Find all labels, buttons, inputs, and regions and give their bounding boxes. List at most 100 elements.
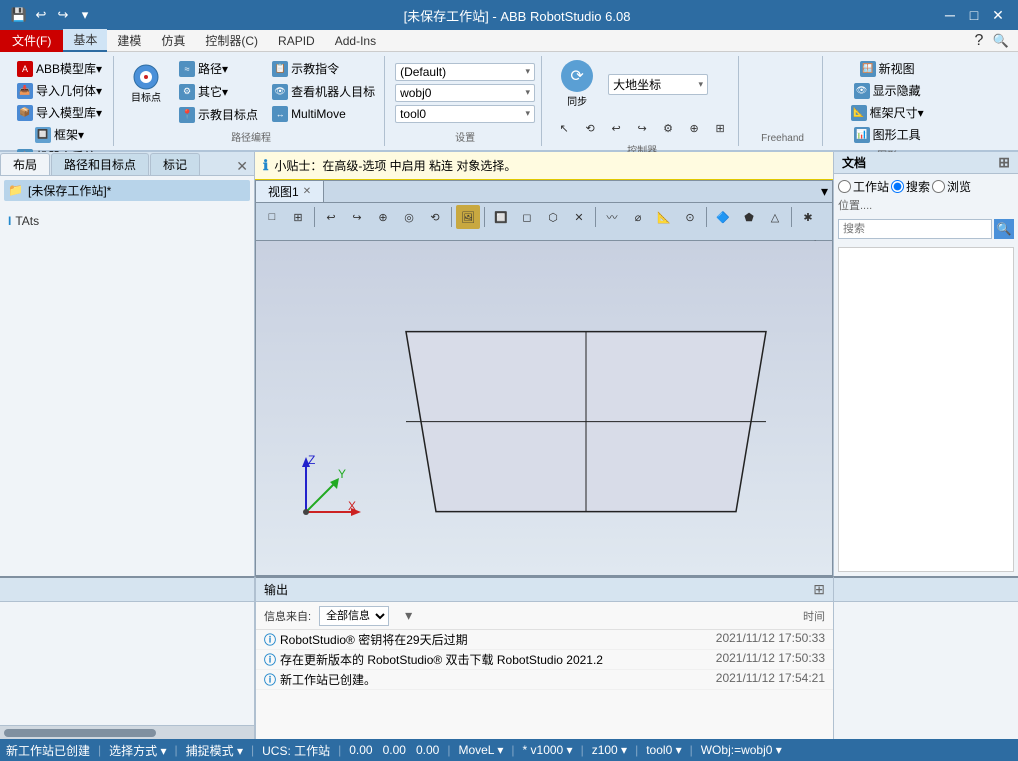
vp-triangle-btn[interactable]: △ (763, 205, 787, 229)
teach-instruction-button[interactable]: 📋 示教指令 (267, 58, 380, 79)
viewport-tab-close-btn[interactable]: ✕ (303, 186, 311, 197)
tool-dropdown[interactable]: tool0 ▾ (395, 105, 535, 123)
select-mode-btn[interactable]: 选择方式 ▾ (109, 742, 166, 759)
speed-btn[interactable]: * v1000 ▾ (523, 743, 573, 757)
file-menu[interactable]: 文件(F) (0, 30, 63, 52)
vp-fit-btn[interactable]: ◎ (397, 205, 421, 229)
freehand-btn-4[interactable]: ↪ (630, 116, 654, 140)
default-dropdown[interactable]: (Default) ▾ (395, 63, 535, 81)
help-button[interactable]: ? (970, 32, 988, 50)
close-button[interactable]: ✕ (988, 5, 1008, 25)
snap-mode-btn[interactable]: 捕捉模式 ▾ (186, 742, 243, 759)
search-button[interactable]: 🔍 (994, 219, 1014, 239)
view-robot-target-button[interactable]: 👁 查看机器人目标 (267, 81, 380, 102)
menu-modeling[interactable]: 建模 (107, 30, 151, 51)
path-button[interactable]: ≈ 路径▾ (174, 58, 263, 79)
freehand-btn-5[interactable]: ⚙ (656, 116, 680, 140)
vp-zoom-btn[interactable]: ⊕ (371, 205, 395, 229)
menu-addins[interactable]: Add-Ins (325, 32, 386, 50)
freehand-btn-7[interactable]: ⊞ (708, 116, 732, 140)
viewport-maximize-btn[interactable]: ▾ (821, 183, 832, 200)
right-panel-radios: 工作站 搜索 浏览 (834, 174, 1018, 195)
undo-button[interactable]: ↩ (32, 6, 50, 24)
other-button[interactable]: ⚙ 其它▾ (174, 81, 263, 102)
lp-scrollbar[interactable] (0, 725, 254, 739)
location-link[interactable]: 位置.... (834, 195, 1018, 215)
vp-solid-btn[interactable]: ◻ (515, 205, 539, 229)
frame-button[interactable]: 🔲 框架▾ (30, 124, 89, 145)
wobj-btn[interactable]: WObj:=wobj0 ▾ (701, 743, 782, 757)
vp-cross-btn[interactable]: ✕ (567, 205, 591, 229)
right-panel-bottom (833, 576, 1018, 739)
filter-dropdown-btn[interactable]: ▾ (405, 607, 412, 624)
viewport-tab-view1[interactable]: 视图1 ✕ (256, 181, 324, 202)
scrollbar-thumb[interactable] (4, 729, 156, 737)
maximize-button[interactable]: □ (964, 5, 984, 25)
tree-item-workspace[interactable]: 📁 [未保存工作站]* (4, 180, 250, 201)
radio-browse[interactable]: 浏览 (932, 178, 971, 195)
wobj-dropdown[interactable]: wobj0 ▾ (395, 84, 535, 102)
vp-sep-4 (595, 207, 596, 227)
multimove-button[interactable]: ↔ MultiMove (267, 104, 380, 124)
vp-wireframe-btn[interactable]: 🔲 (489, 205, 513, 229)
vp-wave-btn[interactable]: 〰 (600, 205, 624, 229)
redo-button[interactable]: ↪ (54, 6, 72, 24)
customize-qat-button[interactable]: ▾ (76, 6, 94, 24)
vp-select-btn[interactable]: □ (260, 205, 284, 229)
move-mode-btn[interactable]: MoveL ▾ (458, 743, 503, 757)
tool-btn[interactable]: tool0 ▾ (646, 743, 681, 757)
target-point-button[interactable]: 目标点 (122, 58, 170, 108)
tab-marks[interactable]: 标记 (150, 153, 200, 175)
freehand-btn-2[interactable]: ⟲ (578, 116, 602, 140)
radio-workstation[interactable]: 工作站 (838, 178, 889, 195)
new-view-button[interactable]: 🪟 新视图 (855, 58, 920, 79)
freehand-btn-3[interactable]: ↩ (604, 116, 628, 140)
vp-select2-btn[interactable]: ⊞ (286, 205, 310, 229)
left-panel-close-btn[interactable]: ✕ (230, 158, 254, 175)
vp-fit2-btn[interactable]: ⟲ (423, 205, 447, 229)
canvas-area[interactable]: Z X Y (256, 241, 832, 575)
right-panel-title: 文档 (842, 154, 866, 171)
right-panel-expand-btn[interactable]: ⊞ (998, 154, 1010, 171)
search-help-button[interactable]: 🔍 (992, 32, 1010, 50)
tab-layout[interactable]: 布局 (0, 153, 50, 175)
menu-controller[interactable]: 控制器(C) (195, 30, 268, 51)
zone-btn[interactable]: z100 ▾ (592, 743, 627, 757)
workspace-icon: 📁 (8, 183, 24, 199)
frame-size-button[interactable]: 📐 框架尺寸▾ (846, 102, 929, 123)
vp-star-btn[interactable]: ✱ (796, 205, 820, 229)
import-geometry-button[interactable]: 📥 导入几何体▾ (12, 80, 107, 101)
sync-button[interactable]: ⟳ 同步 (552, 58, 602, 110)
coord-dropdown[interactable]: 大地坐标 ▾ (608, 74, 708, 95)
abb-library-button[interactable]: A ABB模型库▾ (12, 58, 107, 79)
freehand-btn-6[interactable]: ⊕ (682, 116, 706, 140)
search-input[interactable] (838, 219, 992, 239)
output-msg-1: RobotStudio® 密钥将在29天后过期 (280, 631, 675, 648)
menu-simulation[interactable]: 仿真 (151, 30, 195, 51)
graphics-tool-button[interactable]: 📊 图形工具 (849, 124, 926, 145)
tab-paths[interactable]: 路径和目标点 (51, 153, 149, 175)
show-hide-button[interactable]: 👁 显示隐藏 (849, 80, 926, 101)
filter-select[interactable]: 全部信息 控制器 仿真 (319, 606, 389, 626)
vp-circle-btn[interactable]: ⌀ (626, 205, 650, 229)
vp-image-btn[interactable]: 🖼 (456, 205, 480, 229)
vp-polygon-btn[interactable]: ⬟ (737, 205, 761, 229)
vp-pan-btn[interactable]: ↪ (345, 205, 369, 229)
save-button[interactable]: 💾 (10, 6, 28, 24)
menu-basic[interactable]: 基本 (63, 29, 107, 52)
vp-ruler-btn[interactable]: 📐 (652, 205, 676, 229)
import-library-button[interactable]: 📦 导入模型库▾ (12, 102, 107, 123)
vp-hex-btn[interactable]: ⬡ (541, 205, 565, 229)
menu-rapid[interactable]: RAPID (268, 32, 325, 50)
teach-target-button[interactable]: 📍 示教目标点 (174, 104, 263, 125)
status-bar: 新工作站已创建 | 选择方式 ▾ | 捕捉模式 ▾ | UCS: 工作站 | 0… (0, 739, 1018, 761)
output-row-2: ⓘ 存在更新版本的 RobotStudio® 双击下载 RobotStudio … (256, 650, 833, 670)
vp-target-btn[interactable]: ⊙ (678, 205, 702, 229)
freehand-btn-1[interactable]: ↖ (552, 116, 576, 140)
vp-rotate-btn[interactable]: ↩ (319, 205, 343, 229)
output-expand-btn[interactable]: ⊞ (813, 581, 825, 598)
info-text: 小贴士：在高级-选项 中启用 粘连 对象选择。 (274, 157, 516, 174)
vp-diamond-btn[interactable]: 🔷 (711, 205, 735, 229)
radio-search[interactable]: 搜索 (891, 178, 930, 195)
minimize-button[interactable]: ─ (940, 5, 960, 25)
